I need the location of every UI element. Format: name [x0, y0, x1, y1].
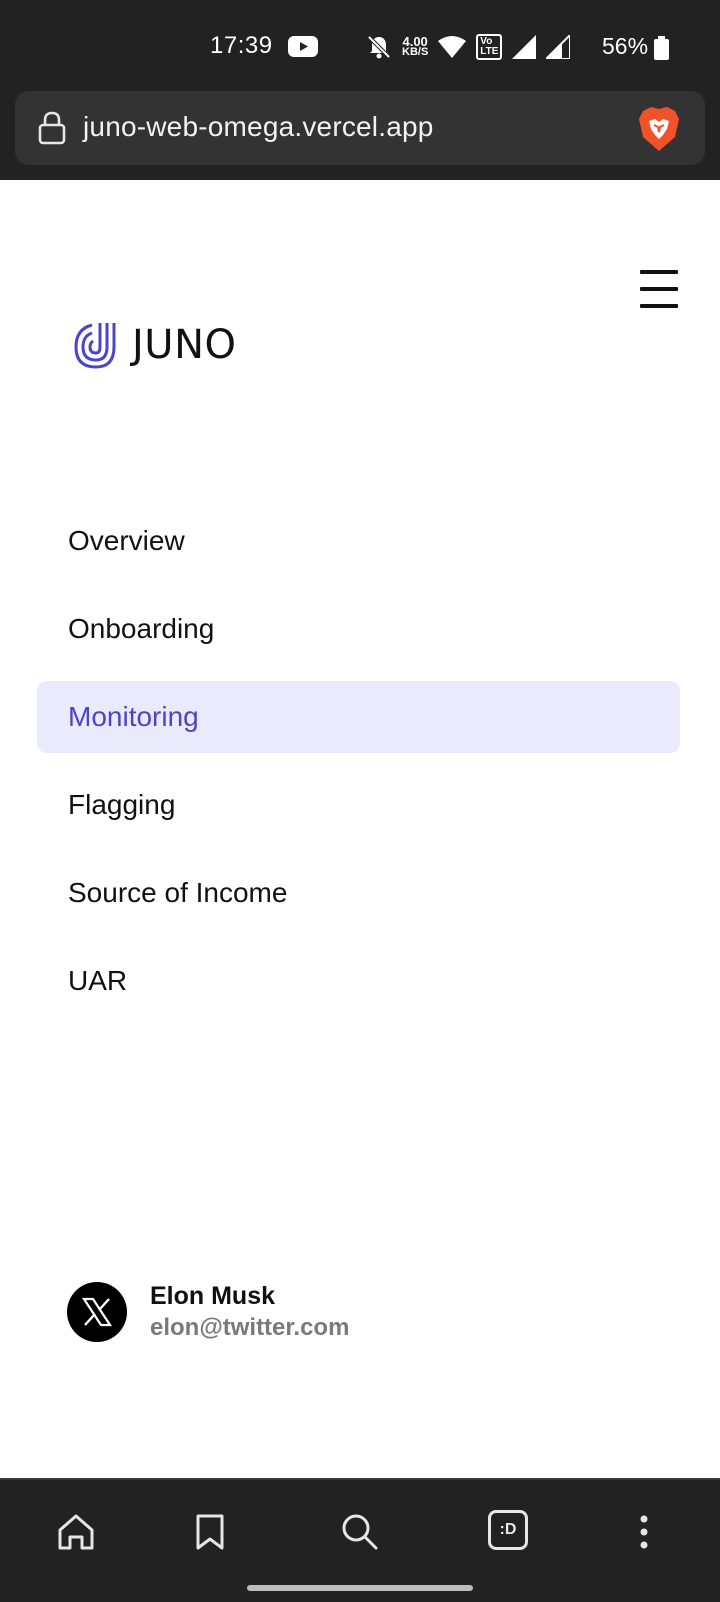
user-email: elon@twitter.com: [150, 1314, 350, 1341]
home-icon[interactable]: [54, 1510, 98, 1554]
nav-item-onboarding[interactable]: Onboarding: [37, 593, 680, 665]
status-time: 17:39: [210, 32, 273, 59]
search-icon[interactable]: [338, 1510, 382, 1554]
sidebar-nav: Overview Onboarding Monitoring Flagging …: [37, 505, 680, 1033]
signal-icon-2: [546, 35, 571, 59]
x-logo-icon: [82, 1297, 112, 1327]
nav-item-flagging[interactable]: Flagging: [37, 769, 680, 841]
brave-icon[interactable]: [637, 105, 681, 153]
nav-item-monitoring[interactable]: Monitoring: [37, 681, 680, 753]
battery-percent: 56%: [602, 33, 649, 59]
signal-icon: [512, 35, 537, 59]
nav-item-label: Onboarding: [68, 613, 215, 644]
bookmark-icon[interactable]: [188, 1510, 232, 1554]
status-bar: 17:39 4.00 KB/S Vo LTE 56%: [0, 0, 720, 88]
juno-logo-icon: [74, 323, 116, 369]
more-icon[interactable]: [622, 1510, 666, 1554]
url-text[interactable]: juno-web-omega.vercel.app: [83, 111, 434, 143]
nav-item-overview[interactable]: Overview: [37, 505, 680, 577]
nav-item-source-of-income[interactable]: Source of Income: [37, 857, 680, 929]
nav-item-label: Overview: [68, 525, 185, 556]
nav-item-label: Monitoring: [68, 701, 199, 732]
page-content: JUNO Overview Onboarding Monitoring Flag…: [0, 180, 720, 1478]
net-speed: 4.00 KB/S: [402, 35, 429, 58]
gesture-bar[interactable]: [247, 1585, 473, 1591]
nav-item-label: Source of Income: [68, 877, 288, 908]
address-bar[interactable]: juno-web-omega.vercel.app: [15, 91, 705, 165]
status-icons: 4.00 KB/S Vo LTE: [366, 32, 571, 62]
browser-bottom-bar: :D: [0, 1478, 720, 1602]
tabs-label: :D: [499, 1521, 517, 1538]
brand-name: JUNO: [132, 322, 237, 368]
volte-icon: Vo LTE: [476, 34, 503, 60]
tabs-icon[interactable]: :D: [488, 1510, 528, 1550]
bell-off-icon: [367, 35, 391, 59]
user-profile[interactable]: Elon Musk elon@twitter.com: [67, 1280, 349, 1344]
avatar[interactable]: [67, 1282, 127, 1342]
volte-bottom: LTE: [480, 46, 499, 57]
wifi-icon: [438, 36, 467, 58]
net-speed-unit: KB/S: [402, 46, 429, 58]
logo[interactable]: JUNO: [70, 315, 236, 375]
youtube-icon: [288, 36, 318, 57]
battery-icon: [654, 36, 669, 60]
nav-item-label: Flagging: [68, 789, 176, 820]
browser-toolbar: juno-web-omega.vercel.app: [0, 88, 720, 180]
user-info: Elon Musk elon@twitter.com: [150, 1280, 349, 1344]
lock-icon[interactable]: [37, 111, 67, 145]
nav-item-uar[interactable]: UAR: [37, 945, 680, 1017]
hamburger-menu-icon[interactable]: [640, 270, 682, 308]
user-name: Elon Musk: [150, 1282, 276, 1310]
nav-item-label: UAR: [68, 965, 128, 996]
